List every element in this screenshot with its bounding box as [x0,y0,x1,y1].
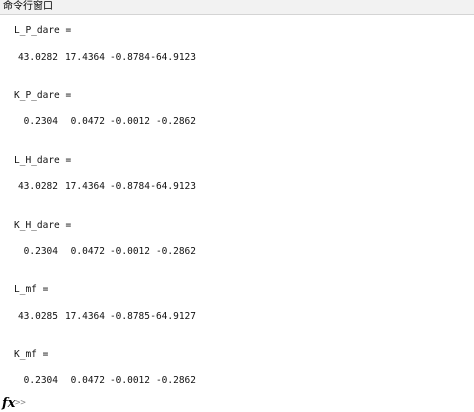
matrix-value: -0.2862 [155,246,196,257]
prompt-symbol: >> [15,398,26,408]
matrix-value: 0.0472 [70,116,105,127]
matrix-value: 17.4364 [64,181,105,192]
matrix-value: -64.9123 [150,52,196,63]
matrix-value: 0.0472 [70,375,105,386]
matrix-value: 0.2304 [23,116,58,127]
matrix-value: -0.8784 [109,52,150,63]
matrix-value: 43.0282 [17,52,58,63]
matrix-value: -0.0012 [109,375,150,386]
matrix-value: -0.0012 [109,246,150,257]
matrix-value: -64.9127 [150,311,196,322]
window-title: 命令行窗口 [3,1,53,12]
fx-icon[interactable]: fx [2,396,15,411]
command-window-titlebar[interactable]: 命令行窗口 [0,0,474,15]
matrix-value: 0.0472 [70,246,105,257]
variable-name: L_P_dare = [14,25,72,36]
matrix-value: 0.2304 [23,375,58,386]
matrix-value: -0.2862 [155,116,196,127]
matrix-value: -0.0012 [109,116,150,127]
variable-name: K_mf = [14,349,49,360]
matrix-value: -0.8784 [109,181,150,192]
matrix-value: -64.9123 [150,181,196,192]
matrix-value: 17.4364 [64,311,105,322]
variable-name: L_H_dare = [14,155,72,166]
variable-name: L_mf = [14,284,49,295]
matrix-value: 43.0285 [17,311,58,322]
variable-name: K_P_dare = [14,90,72,101]
matrix-value: 17.4364 [64,52,105,63]
matrix-value: 43.0282 [17,181,58,192]
command-output[interactable]: L_P_dare = 43.0282 17.4364 -0.8784 -64.9… [0,15,474,397]
command-window: 命令行窗口 L_P_dare = 43.0282 17.4364 -0.8784… [0,0,474,412]
command-prompt-line[interactable]: fx >> [0,396,474,412]
matrix-value: -0.2862 [155,375,196,386]
variable-name: K_H_dare = [14,220,72,231]
matrix-value: 0.2304 [23,246,58,257]
matrix-value: -0.8785 [109,311,150,322]
